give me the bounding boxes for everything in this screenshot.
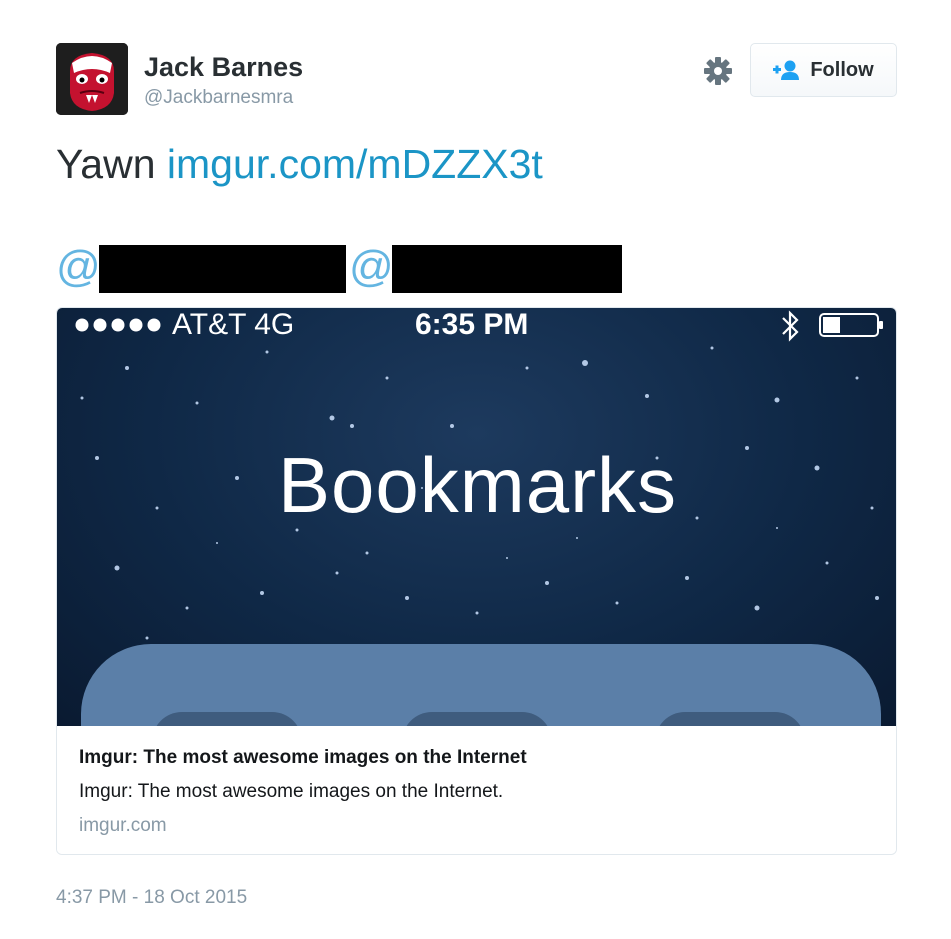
masked-face-avatar-icon bbox=[56, 43, 128, 115]
folder-tab bbox=[655, 712, 805, 726]
card-body: Imgur: The most awesome images on the In… bbox=[57, 726, 896, 854]
add-user-icon bbox=[773, 60, 800, 80]
author-name[interactable]: Jack Barnes bbox=[144, 52, 303, 83]
mention-at-symbol[interactable]: @ bbox=[56, 242, 101, 292]
card-title[interactable]: Imgur: The most awesome images on the In… bbox=[79, 747, 527, 769]
signal-strength-icon bbox=[75, 317, 167, 338]
settings-gear-icon[interactable] bbox=[702, 55, 734, 87]
tweet-text: Yawn imgur.com/mDZZX3t bbox=[56, 141, 543, 188]
link-preview-card[interactable]: AT&T 4G 6:35 PM Bookmarks Imgur: The mos… bbox=[56, 307, 897, 855]
card-description: Imgur: The most awesome images on the In… bbox=[79, 781, 504, 802]
tweet-timestamp[interactable]: 4:37 PM - 18 Oct 2015 bbox=[56, 887, 247, 909]
redacted-mention bbox=[99, 245, 346, 293]
folder-tab bbox=[402, 712, 552, 726]
battery-icon bbox=[819, 313, 885, 342]
status-time: 6:35 PM bbox=[415, 308, 529, 341]
folder-tab bbox=[152, 712, 302, 726]
author-avatar[interactable] bbox=[56, 43, 128, 115]
follow-label: Follow bbox=[810, 58, 874, 81]
card-preview-image: AT&T 4G 6:35 PM Bookmarks bbox=[57, 308, 896, 726]
card-domain: imgur.com bbox=[79, 815, 167, 836]
author-handle[interactable]: @Jackbarnesmra bbox=[144, 87, 293, 109]
tweet-text-prefix: Yawn bbox=[56, 141, 167, 187]
bluetooth-icon bbox=[779, 309, 803, 348]
tweet-link[interactable]: imgur.com/mDZZX3t bbox=[167, 141, 543, 187]
mention-at-symbol[interactable]: @ bbox=[349, 242, 394, 292]
redacted-mention bbox=[392, 245, 622, 293]
status-carrier: AT&T 4G bbox=[172, 308, 295, 341]
card-image-title: Bookmarks bbox=[277, 441, 678, 529]
follow-button[interactable]: Follow bbox=[750, 43, 897, 97]
